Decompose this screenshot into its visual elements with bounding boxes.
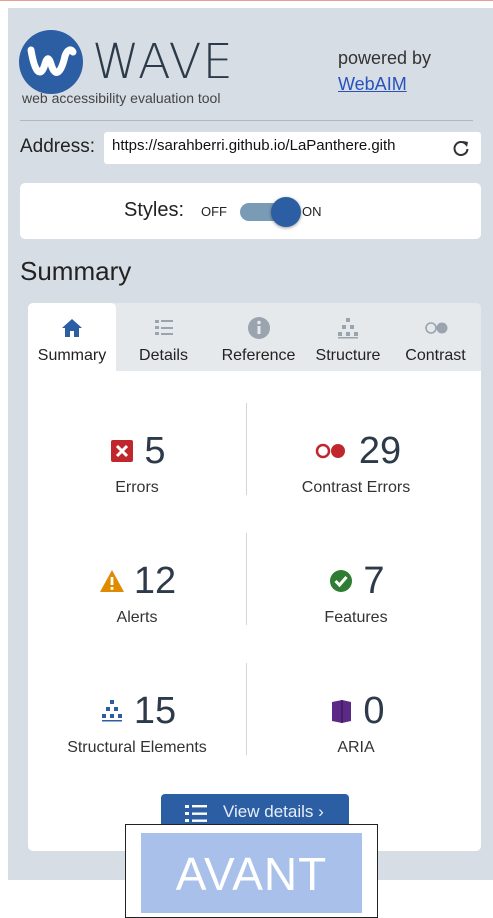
features-count: 7: [363, 560, 385, 602]
alert-icon: [99, 570, 124, 592]
error-icon: [111, 440, 134, 462]
tab-reference-label: Reference: [221, 347, 296, 364]
home-icon: [62, 319, 82, 337]
aria-count: 0: [363, 690, 385, 732]
avant-overlay-box: AVANT: [141, 833, 362, 913]
list-icon: [185, 805, 207, 822]
tab-details-label: Details: [139, 347, 188, 364]
styles-toggle-box: Styles: OFF ON: [20, 183, 481, 239]
tab-reference[interactable]: Reference: [211, 303, 306, 371]
tab-summary-label: Summary: [37, 347, 107, 364]
avant-overlay-frame: AVANT: [125, 824, 378, 918]
tab-contrast-label: Contrast: [405, 347, 466, 364]
errors-count: 5: [144, 430, 166, 472]
avant-overlay-label: AVANT: [175, 848, 328, 900]
structural-elements-label: Structural Elements: [67, 739, 207, 756]
powered-by-text: powered by: [338, 48, 432, 68]
contrast-errors-label: Contrast Errors: [301, 479, 411, 496]
tab-bar: Summary Details Reference Structure Cont…: [28, 303, 481, 371]
styles-toggle-knob[interactable]: [271, 197, 301, 227]
structure-icon: [338, 318, 358, 339]
feature-check-icon: [330, 570, 353, 592]
info-icon: [247, 317, 270, 339]
reload-icon[interactable]: [451, 138, 471, 158]
aria-stat[interactable]: 0 ARIA: [247, 691, 465, 757]
top-border-line: [0, 0, 493, 1]
summary-card: 5 Errors 29 Contrast Errors 12 Alerts 7 …: [28, 371, 481, 851]
view-details-label: View details ›: [223, 802, 324, 821]
logo-wordmark: WAVE: [92, 34, 234, 90]
errors-label: Errors: [115, 479, 159, 496]
tab-contrast[interactable]: Contrast: [390, 303, 481, 371]
summary-heading: Summary: [20, 256, 132, 286]
alerts-stat[interactable]: 12 Alerts: [28, 561, 246, 627]
tab-structure-label: Structure: [315, 347, 381, 364]
contrast-icon: [424, 322, 447, 334]
tab-summary[interactable]: Summary: [28, 303, 116, 371]
contrast-errors-count: 29: [358, 430, 402, 472]
styles-on-label: ON: [302, 204, 322, 219]
structure-icon: [101, 700, 122, 722]
tagline: web accessibility evaluation tool: [22, 90, 221, 106]
address-input[interactable]: [112, 137, 442, 154]
errors-stat[interactable]: 5 Errors: [28, 431, 246, 497]
styles-label: Styles:: [124, 199, 185, 221]
contrast-errors-stat[interactable]: 29 Contrast Errors: [247, 431, 465, 497]
alerts-count: 12: [133, 560, 177, 602]
structural-elements-count: 15: [133, 690, 177, 732]
tab-details[interactable]: Details: [116, 303, 211, 371]
features-stat[interactable]: 7 Features: [247, 561, 465, 627]
tab-structure[interactable]: Structure: [306, 303, 390, 371]
webaim-link[interactable]: WebAIM: [338, 74, 407, 95]
aria-icon: [332, 700, 352, 723]
features-label: Features: [324, 609, 388, 626]
structural-elements-stat[interactable]: 15 Structural Elements: [28, 691, 246, 757]
alerts-label: Alerts: [116, 609, 158, 626]
list-icon: [154, 320, 173, 335]
wave-logo-icon: [19, 30, 83, 94]
header-divider: [20, 120, 473, 121]
contrast-error-icon: [315, 443, 345, 459]
styles-off-label: OFF: [201, 204, 227, 219]
address-label: Address:: [20, 136, 95, 157]
address-field[interactable]: [104, 132, 481, 164]
aria-label: ARIA: [337, 739, 375, 756]
